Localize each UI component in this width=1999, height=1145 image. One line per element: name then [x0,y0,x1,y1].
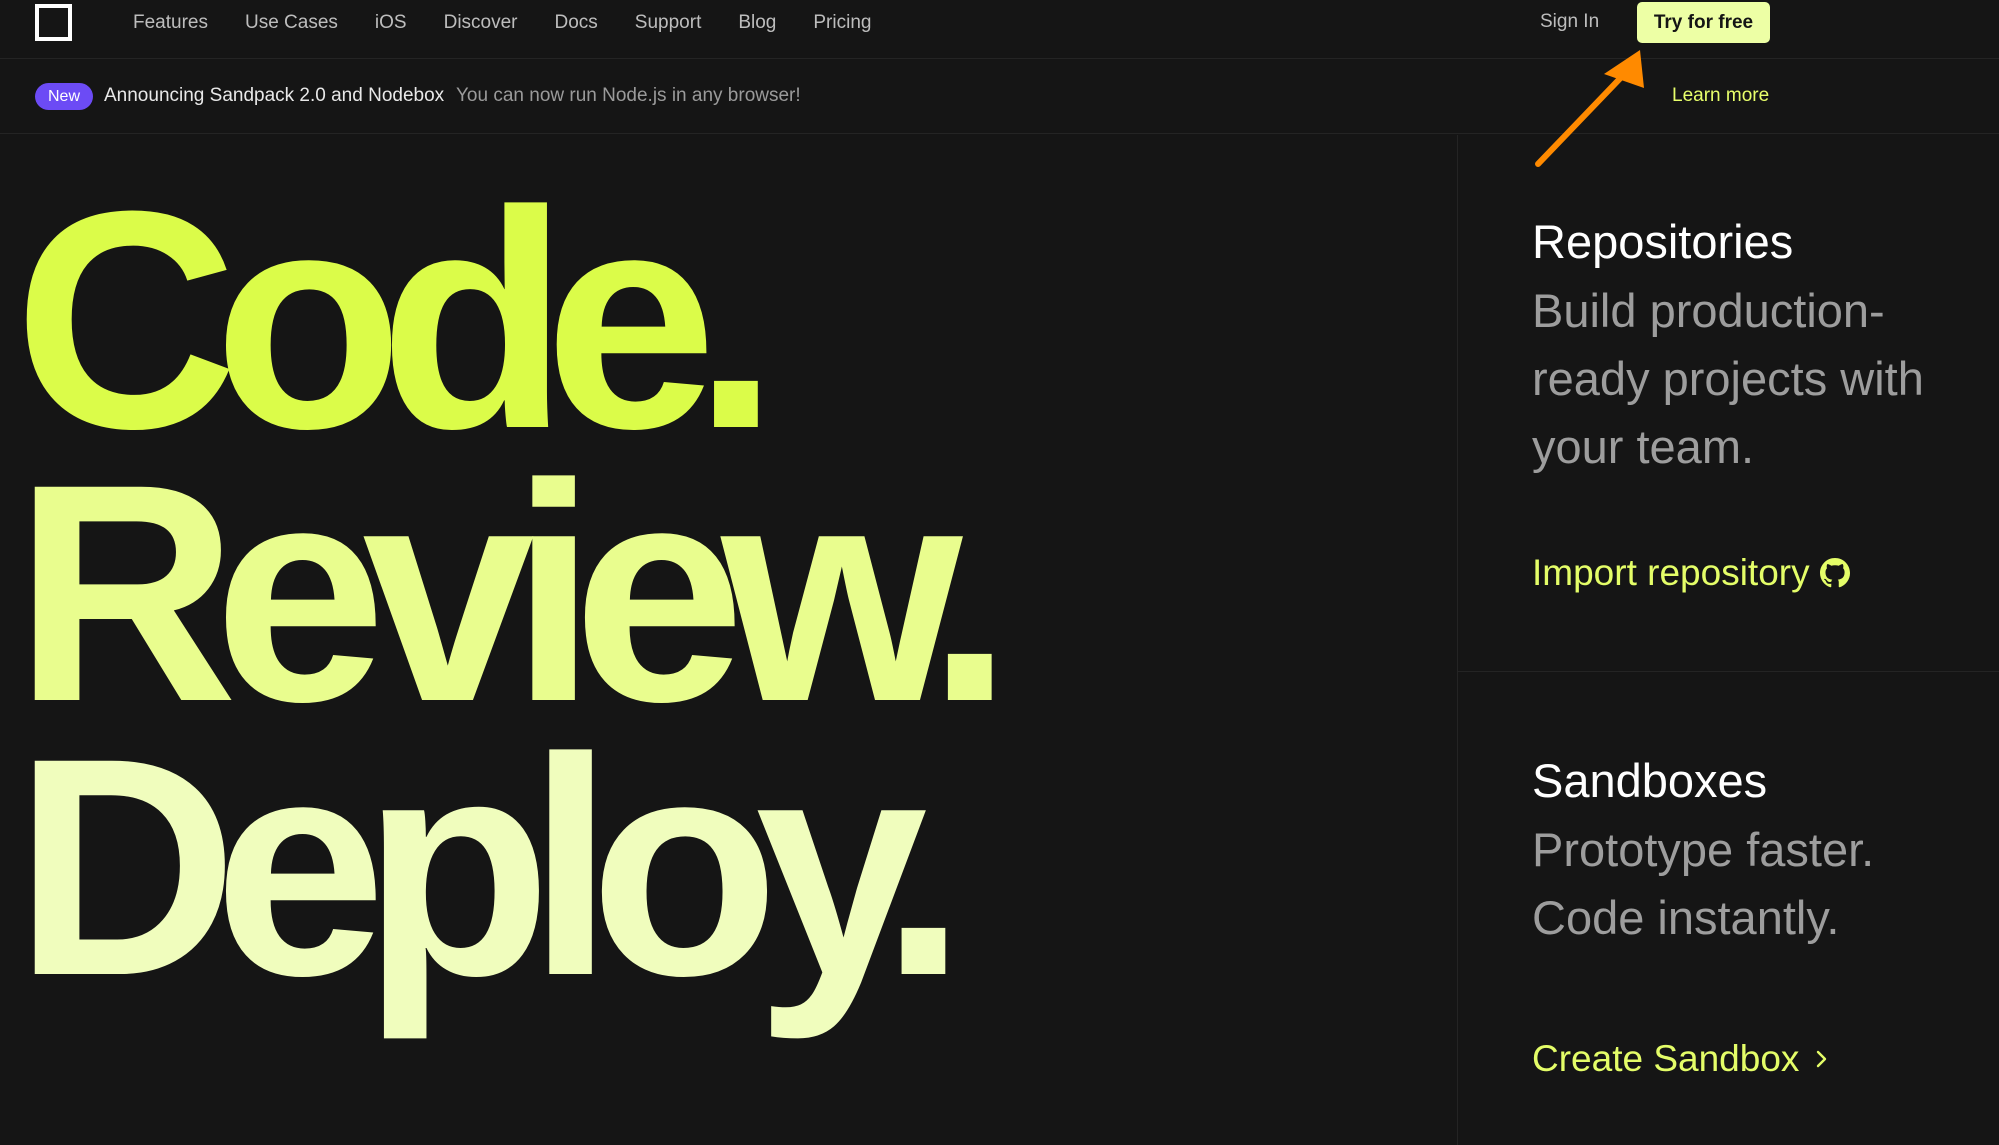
nav-link-docs[interactable]: Docs [555,12,598,34]
annotation-arrow-icon [1535,50,1644,167]
learn-more-link[interactable]: Learn more [1672,85,1769,107]
nav-link-discover[interactable]: Discover [444,12,518,34]
nav-links: Features Use Cases iOS Discover Docs Sup… [133,0,908,46]
sign-in-link[interactable]: Sign In [1540,11,1599,33]
sandboxes-title: Sandboxes [1532,754,1768,807]
new-badge: New [35,83,94,110]
nav-link-use-cases[interactable]: Use Cases [245,12,338,34]
announcement-subtitle: You can now run Node.js in any browser! [456,85,801,106]
create-sandbox-link[interactable]: Create Sandbox [1532,1038,1829,1080]
try-for-free-button[interactable]: Try for free [1637,2,1770,43]
hero-line-deploy: Deploy. [14,693,967,1040]
card-divider [1458,671,1999,672]
nav-link-blog[interactable]: Blog [738,12,776,34]
import-repository-label: Import repository [1532,552,1810,593]
repositories-title: Repositories [1532,215,1794,268]
chevron-right-icon [1815,1048,1829,1070]
sandboxes-description: Prototype faster. Code instantly. [1532,823,1875,944]
nav-link-ios[interactable]: iOS [375,12,407,34]
github-icon [1819,558,1850,588]
create-sandbox-label: Create Sandbox [1532,1038,1800,1079]
column-divider [1457,135,1458,1145]
announcement-bar: New Announcing Sandpack 2.0 and Nodebox … [0,60,1999,134]
repositories-description: Build production-ready projects with you… [1532,284,1924,473]
nav-link-features[interactable]: Features [133,12,208,34]
announcement-title: Announcing Sandpack 2.0 and Nodebox [104,85,445,106]
top-nav: Features Use Cases iOS Discover Docs Sup… [0,0,1999,59]
nav-link-pricing[interactable]: Pricing [813,12,871,34]
nav-link-support[interactable]: Support [635,12,702,34]
page: Features Use Cases iOS Discover Docs Sup… [0,0,1999,1145]
import-repository-link[interactable]: Import repository [1532,552,1850,594]
codesandbox-logo[interactable] [35,4,72,41]
